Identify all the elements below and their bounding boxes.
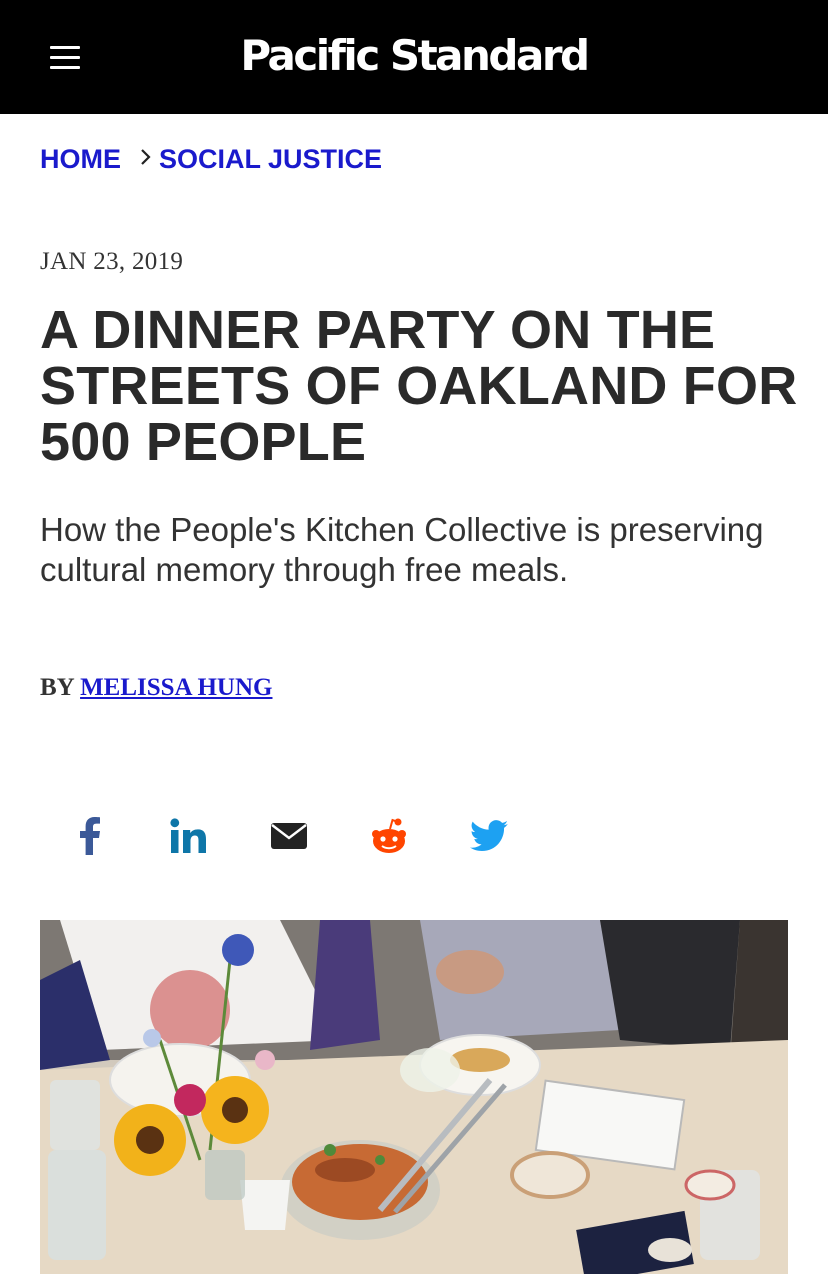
email-icon [271, 823, 307, 849]
byline: BY MELISSA HUNG [40, 674, 272, 702]
publish-date: JAN 23, 2019 [40, 248, 184, 275]
breadcrumb-section-link[interactable]: SOCIAL JUSTICE [159, 144, 382, 175]
site-logo[interactable]: Pacific Standard [0, 30, 828, 82]
sunflower [201, 1076, 269, 1144]
share-email-button[interactable] [263, 812, 315, 860]
author-link[interactable]: MELISSA HUNG [80, 674, 272, 701]
twitter-icon [470, 820, 508, 852]
share-linkedin-button[interactable] [163, 812, 215, 860]
breadcrumb: HOME SOCIAL JUSTICE [40, 142, 382, 176]
dinner-table-photo [40, 920, 788, 1274]
share-reddit-button[interactable] [363, 812, 415, 860]
byline-prefix: BY [40, 674, 74, 701]
sunflower [114, 1104, 186, 1176]
share-twitter-button[interactable] [463, 812, 515, 860]
article-subtitle: How the People's Kitchen Collective is p… [40, 511, 764, 588]
linkedin-icon [170, 818, 206, 853]
reddit-icon [372, 818, 406, 853]
hero-image [40, 920, 788, 1274]
facebook-icon [80, 817, 100, 855]
chevron-right-icon [139, 144, 153, 175]
share-facebook-button[interactable] [64, 812, 116, 860]
article-headline: A DINNER PARTY ON THE STREETS OF OAKLAND… [40, 300, 798, 472]
breadcrumb-home-link[interactable]: HOME [40, 144, 121, 175]
site-header: Pacific Standard [0, 0, 828, 114]
